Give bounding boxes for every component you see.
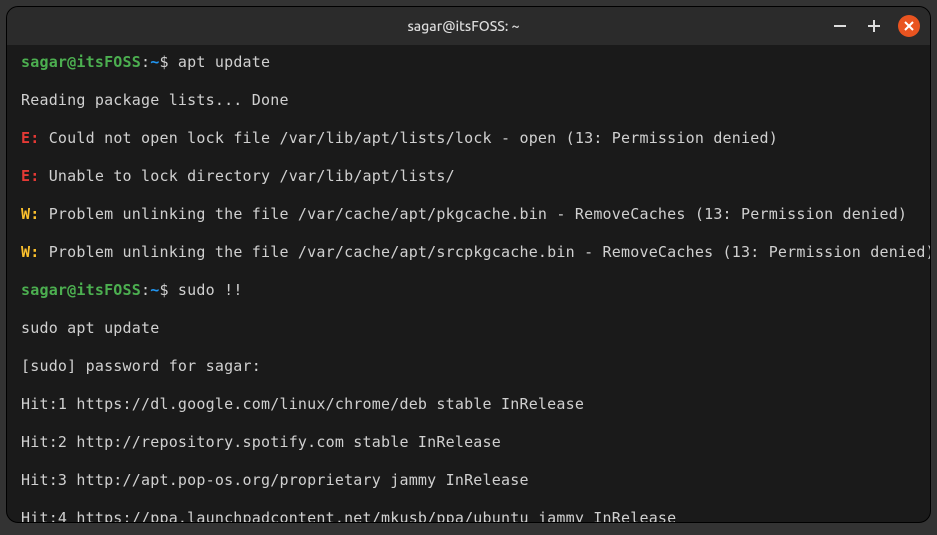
window-title: sagar@itsFOSS: ~ [97, 18, 830, 34]
minimize-icon [834, 25, 846, 27]
output-line: [sudo] password for sagar: [21, 357, 916, 376]
output-line: Hit:4 https://ppa.launchpadcontent.net/m… [21, 509, 916, 523]
output-line: Reading package lists... Done [21, 91, 916, 110]
error-prefix: E: [21, 167, 39, 185]
command-text: apt update [169, 53, 271, 71]
error-text: Unable to lock directory /var/lib/apt/li… [39, 167, 454, 185]
warning-text: Problem unlinking the file /var/cache/ap… [39, 205, 907, 223]
error-prefix: E: [21, 129, 39, 147]
error-line-1: E: Could not open lock file /var/lib/apt… [21, 129, 916, 148]
plus-icon [868, 20, 880, 32]
prompt-line-2: sagar@itsFOSS:~$ sudo !! [21, 281, 916, 300]
prompt-user: sagar@itsFOSS [21, 281, 141, 299]
new-tab-button[interactable] [864, 16, 884, 36]
window-controls [830, 15, 920, 37]
error-text: Could not open lock file /var/lib/apt/li… [39, 129, 777, 147]
warning-text: Problem unlinking the file /var/cache/ap… [39, 243, 930, 261]
prompt-user: sagar@itsFOSS [21, 53, 141, 71]
prompt-dollar: $ [159, 53, 168, 71]
error-line-2: E: Unable to lock directory /var/lib/apt… [21, 167, 916, 186]
terminal-output[interactable]: sagar@itsFOSS:~$ apt update Reading pack… [7, 45, 930, 523]
warning-prefix: W: [21, 243, 39, 261]
close-icon [904, 21, 914, 31]
warning-line-1: W: Problem unlinking the file /var/cache… [21, 205, 916, 224]
output-line: Hit:1 https://dl.google.com/linux/chrome… [21, 395, 916, 414]
output-line: sudo apt update [21, 319, 916, 338]
minimize-button[interactable] [830, 16, 850, 36]
output-line: Hit:3 http://apt.pop-os.org/proprietary … [21, 471, 916, 490]
prompt-line-1: sagar@itsFOSS:~$ apt update [21, 53, 916, 72]
prompt-dollar: $ [159, 281, 168, 299]
terminal-window: sagar@itsFOSS: ~ sagar@itsFOSS:~$ apt up… [6, 6, 931, 523]
titlebar: sagar@itsFOSS: ~ [7, 7, 930, 45]
close-button[interactable] [898, 15, 920, 37]
warning-prefix: W: [21, 205, 39, 223]
prompt-sep: : [141, 53, 150, 71]
prompt-sep: : [141, 281, 150, 299]
output-line: Hit:2 http://repository.spotify.com stab… [21, 433, 916, 452]
command-text: sudo !! [169, 281, 243, 299]
warning-line-2: W: Problem unlinking the file /var/cache… [21, 243, 916, 262]
